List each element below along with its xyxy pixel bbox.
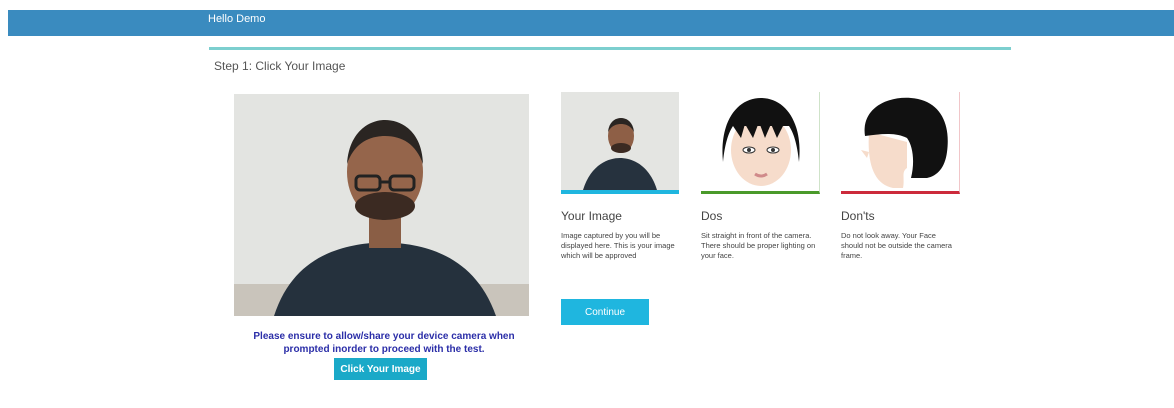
dos-description: Sit straight in front of the camera. The… — [701, 231, 816, 260]
step-divider — [209, 47, 1011, 50]
greeting-text: Hello Demo — [208, 13, 266, 25]
step-title: Step 1: Click Your Image — [214, 59, 346, 73]
your-image-description: Image captured by you will be displayed … — [561, 231, 675, 260]
captured-image-preview — [561, 92, 679, 194]
click-your-image-button[interactable]: Click Your Image — [334, 358, 427, 380]
side-face-icon — [861, 97, 948, 188]
donts-example-image — [841, 92, 960, 194]
dos-title: Dos — [701, 209, 723, 223]
continue-button[interactable]: Continue — [561, 299, 649, 325]
captured-person-icon — [561, 92, 679, 190]
person-silhouette-icon — [274, 120, 496, 316]
donts-description: Do not look away. Your Face should not b… — [841, 231, 952, 260]
your-image-title: Your Image — [561, 209, 622, 223]
camera-permission-notice: Please ensure to allow/share your device… — [253, 331, 515, 355]
camera-feed — [234, 94, 529, 316]
donts-title: Don'ts — [841, 209, 875, 223]
top-bar: Hello Demo — [8, 10, 1174, 36]
front-face-icon — [722, 98, 800, 186]
dos-example-image — [701, 92, 820, 194]
